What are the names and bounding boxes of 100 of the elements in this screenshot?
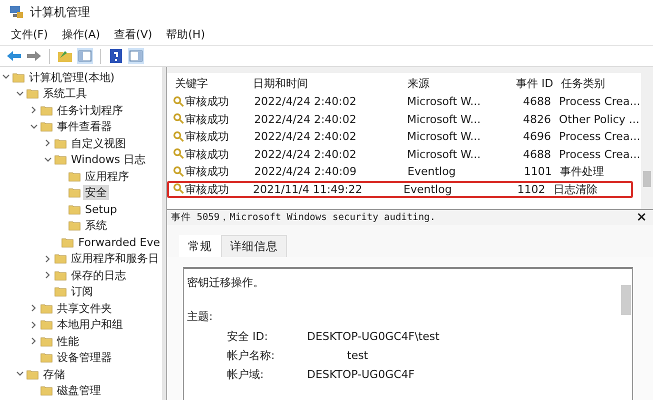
expand-chevron-icon[interactable] — [44, 254, 52, 263]
column-header[interactable]: 关键字 — [175, 76, 253, 90]
tree-item[interactable]: Windows 日志 — [69, 152, 148, 168]
table-cell-text: Microsoft W... — [406, 112, 482, 126]
help-icon[interactable] — [108, 48, 124, 64]
table-cell-text: 2021/11/4 11:49:22 — [252, 182, 364, 196]
folder-icon — [68, 186, 81, 200]
tab[interactable]: 详细信息 — [221, 235, 287, 257]
table-cell-text: 审核成功 — [185, 94, 230, 110]
collapse-chevron-icon[interactable] — [16, 370, 24, 378]
expand-chevron-icon[interactable] — [30, 320, 38, 329]
table-cell-text: 2022/4/24 2:40:02 — [254, 95, 358, 108]
field-value: test — [347, 349, 368, 362]
table-cell-text: 审核成功 — [185, 182, 230, 197]
table-cell-text: 日志清除 — [553, 182, 598, 197]
forward-arrow-icon[interactable] — [26, 48, 42, 64]
table-cell-text: 事件处理 — [560, 164, 605, 180]
table-cell-text: 审核成功 — [185, 164, 230, 180]
folder-icon — [68, 202, 81, 216]
tree-item[interactable]: 系统工具 — [41, 86, 89, 102]
table-cell: Process Crea... — [559, 148, 639, 161]
field-label: 帐户域: — [227, 367, 265, 382]
expand-chevron-icon[interactable] — [30, 337, 38, 346]
tree-item[interactable]: 任务计划程序 — [55, 102, 125, 118]
table-cell-text: Eventlog — [408, 165, 457, 178]
close-button[interactable]: × — [636, 210, 647, 225]
tree-item[interactable]: 设备管理器 — [55, 350, 114, 366]
column-header[interactable]: 来源 — [407, 76, 488, 90]
tree-item[interactable]: 事件查看器 — [55, 119, 114, 134]
table-cell-text: Eventlog — [404, 182, 453, 196]
folder-icon — [40, 318, 53, 332]
expand-chevron-icon[interactable] — [44, 271, 52, 280]
table-cell-text: 2022/4/24 2:40:02 — [254, 148, 358, 161]
table-cell-text: 4696 — [522, 130, 552, 144]
folder-icon — [40, 384, 53, 398]
back-arrow-icon[interactable] — [6, 48, 22, 64]
tree-item[interactable]: 计算机管理(本地) — [27, 70, 117, 85]
folder-icon — [40, 120, 53, 134]
collapse-chevron-icon[interactable] — [2, 73, 10, 82]
tree-item[interactable]: 共享文件夹 — [55, 300, 114, 316]
tree-item[interactable]: 应用程序 — [83, 168, 131, 184]
column-header[interactable]: 事件 ID — [487, 76, 562, 90]
tree-item[interactable]: 性能 — [55, 334, 81, 349]
tree-item[interactable]: Forwarded Eve — [76, 236, 162, 249]
menu-item[interactable]: 操作(A) — [62, 27, 100, 42]
tree-item[interactable]: 系统 — [83, 218, 109, 234]
table-cell: Process Crea... — [559, 130, 639, 144]
section-heading: 主题: — [187, 309, 214, 325]
table-cell: Process Crea... — [559, 95, 639, 108]
expand-chevron-icon[interactable] — [30, 304, 38, 312]
folder-icon — [61, 236, 74, 249]
collapse-chevron-icon[interactable] — [44, 156, 52, 164]
tree-item[interactable]: 本地用户和组 — [55, 317, 125, 332]
column-header[interactable]: 日期和时间 — [252, 76, 408, 90]
tree-item[interactable]: 安全 — [83, 185, 109, 200]
field-label: 帐户名称: — [227, 348, 276, 363]
event-title: 事件 5059，Microsoft Windows security auditing. — [171, 211, 436, 224]
panel-icon[interactable] — [77, 48, 93, 64]
table-cell-text: Microsoft W... — [406, 95, 482, 108]
menu-item[interactable]: 文件(F) — [11, 27, 48, 42]
table-cell-text: 审核成功 — [185, 129, 230, 144]
description-text: 密钥迁移操作。 — [187, 275, 265, 291]
tree-item[interactable]: 自定义视图 — [69, 136, 128, 151]
computer-management-icon — [8, 4, 24, 20]
table-cell-text: 4826 — [522, 112, 552, 126]
table-cell: Other Policy ... — [559, 112, 639, 126]
table-cell-text: 2022/4/24 2:40:02 — [254, 112, 358, 126]
folder-icon — [54, 268, 67, 282]
collapse-chevron-icon[interactable] — [30, 122, 38, 131]
table-cell-text: 4688 — [522, 148, 552, 161]
expand-chevron-icon[interactable] — [30, 106, 38, 114]
scrollbar[interactable] — [641, 73, 653, 209]
folder-icon — [68, 219, 81, 232]
menu-item[interactable]: 查看(V) — [114, 27, 152, 42]
table-cell-text: 审核成功 — [185, 112, 230, 127]
field-value: DESKTOP-UG0GC4F\test — [307, 330, 440, 343]
menu-item[interactable]: 帮助(H) — [166, 27, 205, 42]
table-cell-text: Microsoft W... — [406, 130, 482, 144]
tab[interactable]: 常规 — [179, 235, 221, 257]
tree-item[interactable]: 订阅 — [69, 284, 95, 300]
field-value: DESKTOP-UG0GC4F — [307, 368, 415, 381]
tree-item[interactable]: 应用程序和服务日 — [69, 251, 161, 266]
tree-item[interactable]: 磁盘管理 — [55, 383, 103, 398]
collapse-chevron-icon[interactable] — [16, 90, 24, 98]
folder-icon — [54, 285, 67, 298]
table-cell-text: 2022/4/24 2:40:09 — [254, 165, 358, 178]
expand-chevron-icon[interactable] — [44, 139, 52, 148]
table-cell-text: 1101 — [522, 165, 553, 178]
table-cell-text: Microsoft W... — [406, 148, 482, 161]
folder-icon — [68, 170, 81, 183]
tree-item[interactable]: 存储 — [41, 366, 67, 382]
panel-icon[interactable] — [128, 48, 144, 64]
table-cell-text: 审核成功 — [185, 146, 230, 162]
folder-icon — [26, 368, 39, 381]
tree-item[interactable]: Setup — [83, 202, 120, 216]
folder-icon — [54, 136, 67, 150]
column-header[interactable]: 任务类别 — [561, 76, 641, 90]
tree-item[interactable]: 保存的日志 — [69, 268, 128, 283]
folder-icon — [54, 153, 67, 166]
folder-icon[interactable] — [57, 48, 73, 64]
